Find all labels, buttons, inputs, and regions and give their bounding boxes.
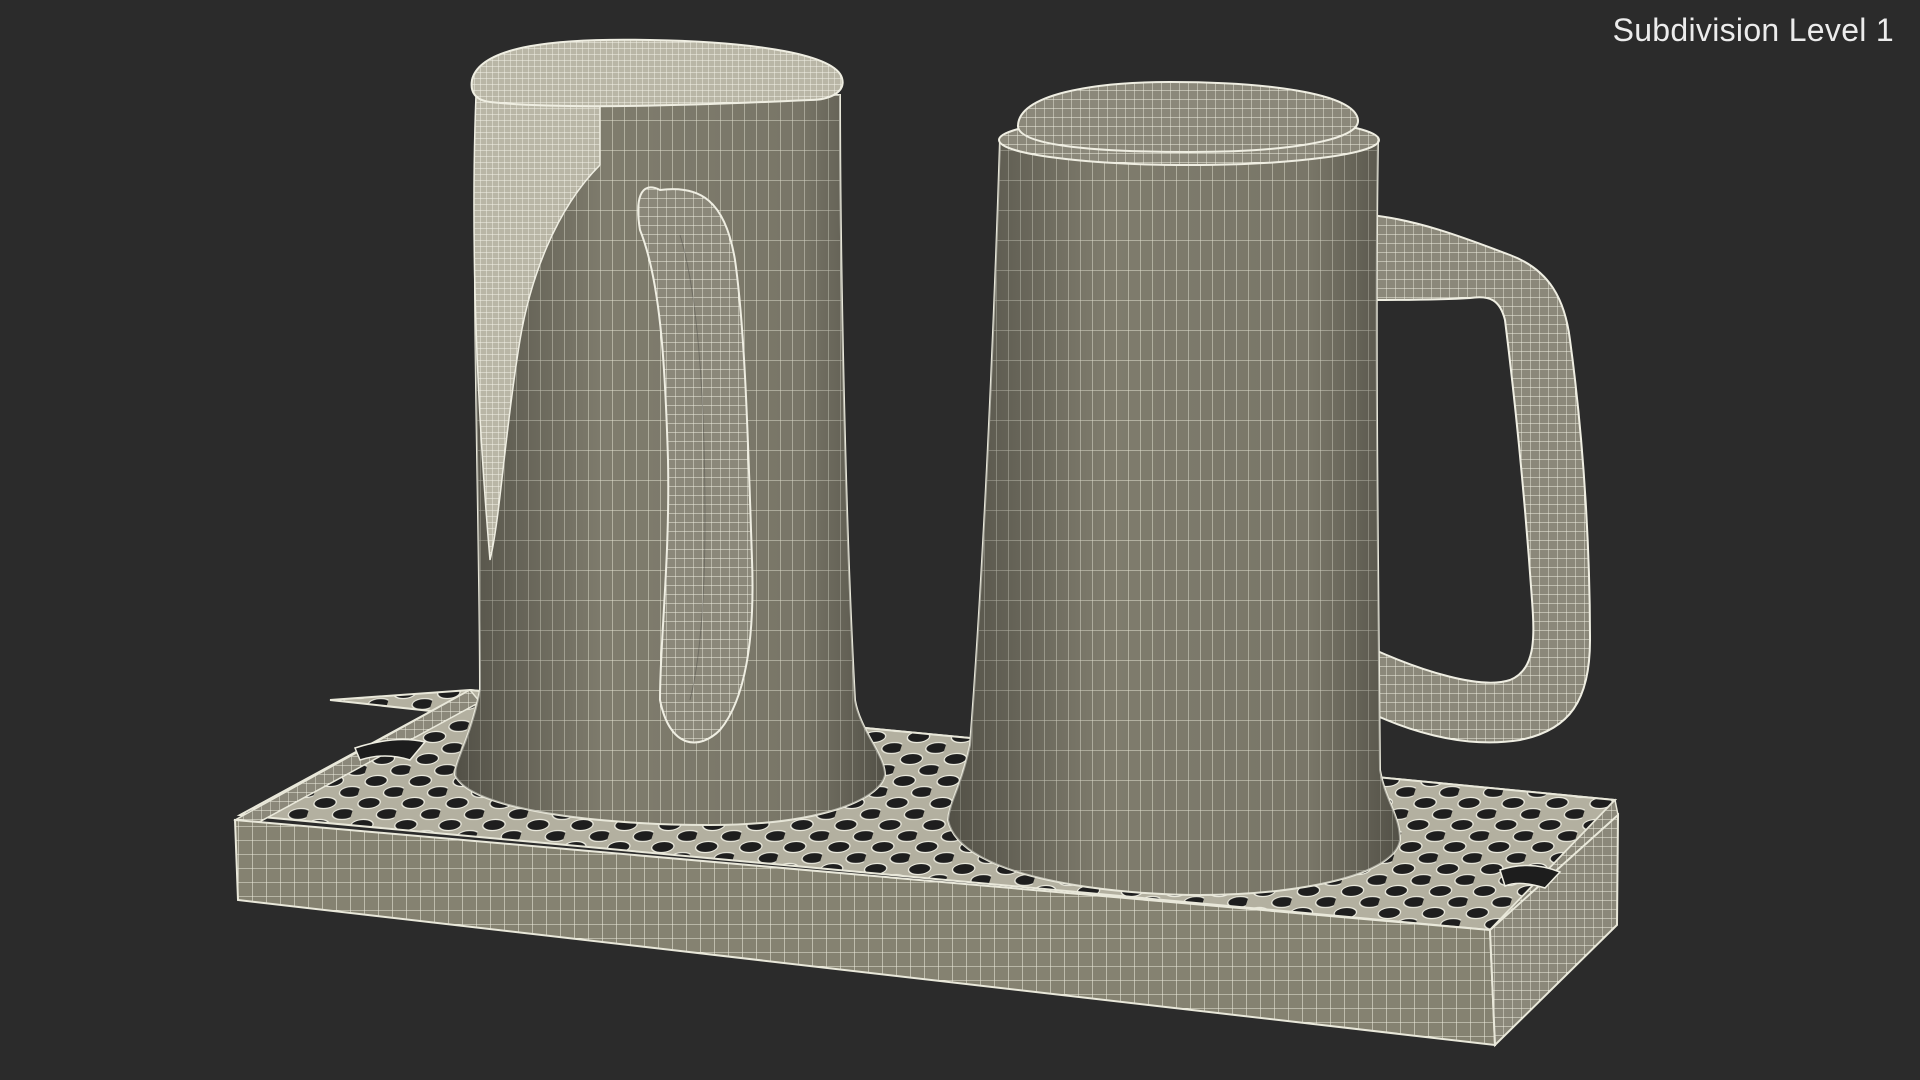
wireframe-render [233,38,1620,1048]
beer-mug-with-foam [453,38,887,827]
drip-tray [233,688,1620,1048]
beer-mug-empty [946,80,1592,897]
subdivision-level-label: Subdivision Level 1 [1612,12,1894,48]
render-viewport: Subdivision Level 1 [0,0,1920,1080]
